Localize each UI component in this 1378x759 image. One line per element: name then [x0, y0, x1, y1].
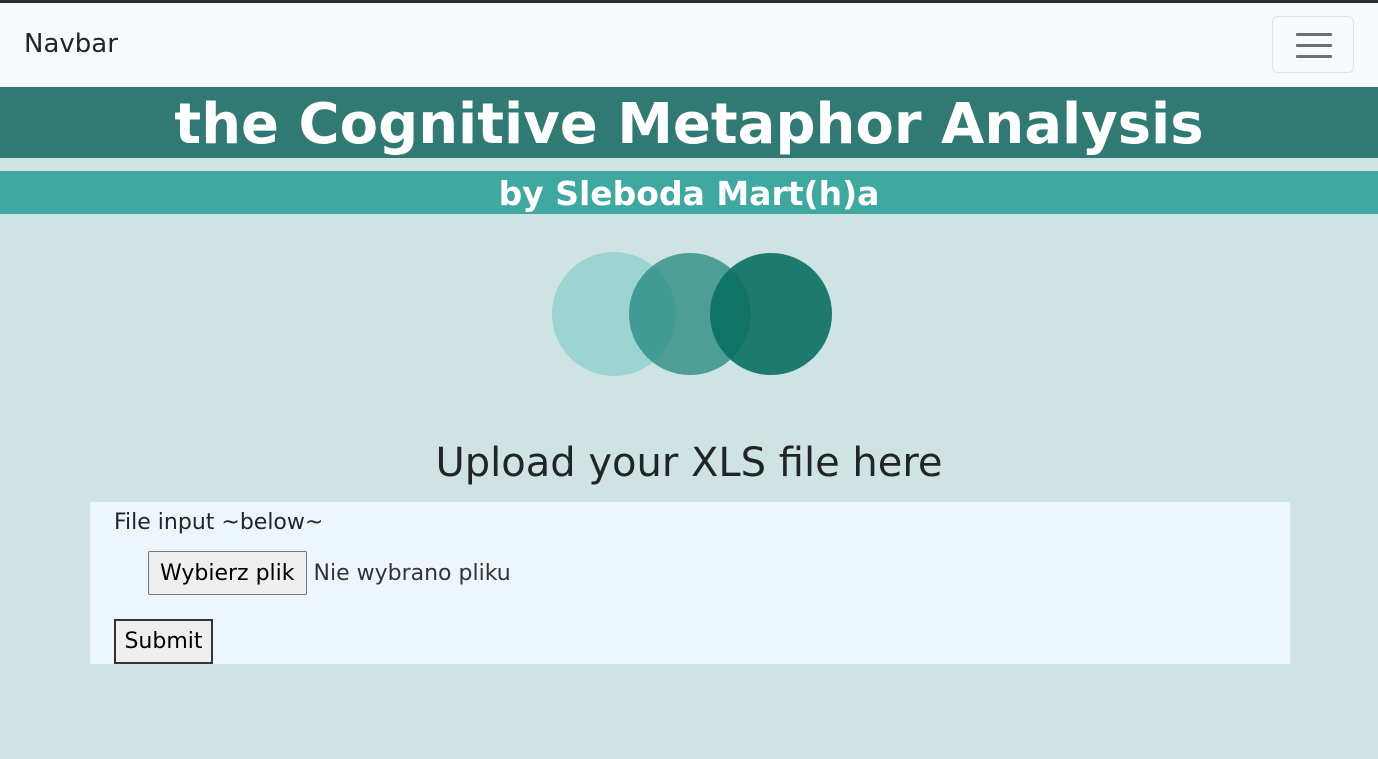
upload-form: File input ~below~ Wybierz plik Nie wybr… — [90, 502, 1290, 664]
page-title: the Cognitive Metaphor Analysis — [174, 92, 1204, 157]
choose-file-button[interactable]: Wybierz plik — [148, 551, 307, 595]
subtitle-banner: by Sleboda Mart(h)a — [0, 171, 1378, 214]
navbar: Navbar — [0, 3, 1378, 87]
navbar-brand[interactable]: Navbar — [24, 29, 118, 59]
navbar-toggler-button[interactable] — [1272, 16, 1354, 73]
file-input-label: File input ~below~ — [114, 510, 324, 535]
submit-button[interactable]: Submit — [114, 619, 213, 664]
file-input[interactable]: Wybierz plik Nie wybrano pliku — [148, 551, 511, 595]
upload-heading: Upload your XLS file here — [435, 440, 943, 486]
logo-circle-dark — [710, 253, 832, 375]
overlapping-circles-logo — [552, 252, 832, 376]
page-subtitle: by Sleboda Mart(h)a — [498, 174, 880, 213]
title-banner: the Cognitive Metaphor Analysis — [0, 87, 1378, 158]
file-status-text: Nie wybrano pliku — [313, 560, 511, 586]
